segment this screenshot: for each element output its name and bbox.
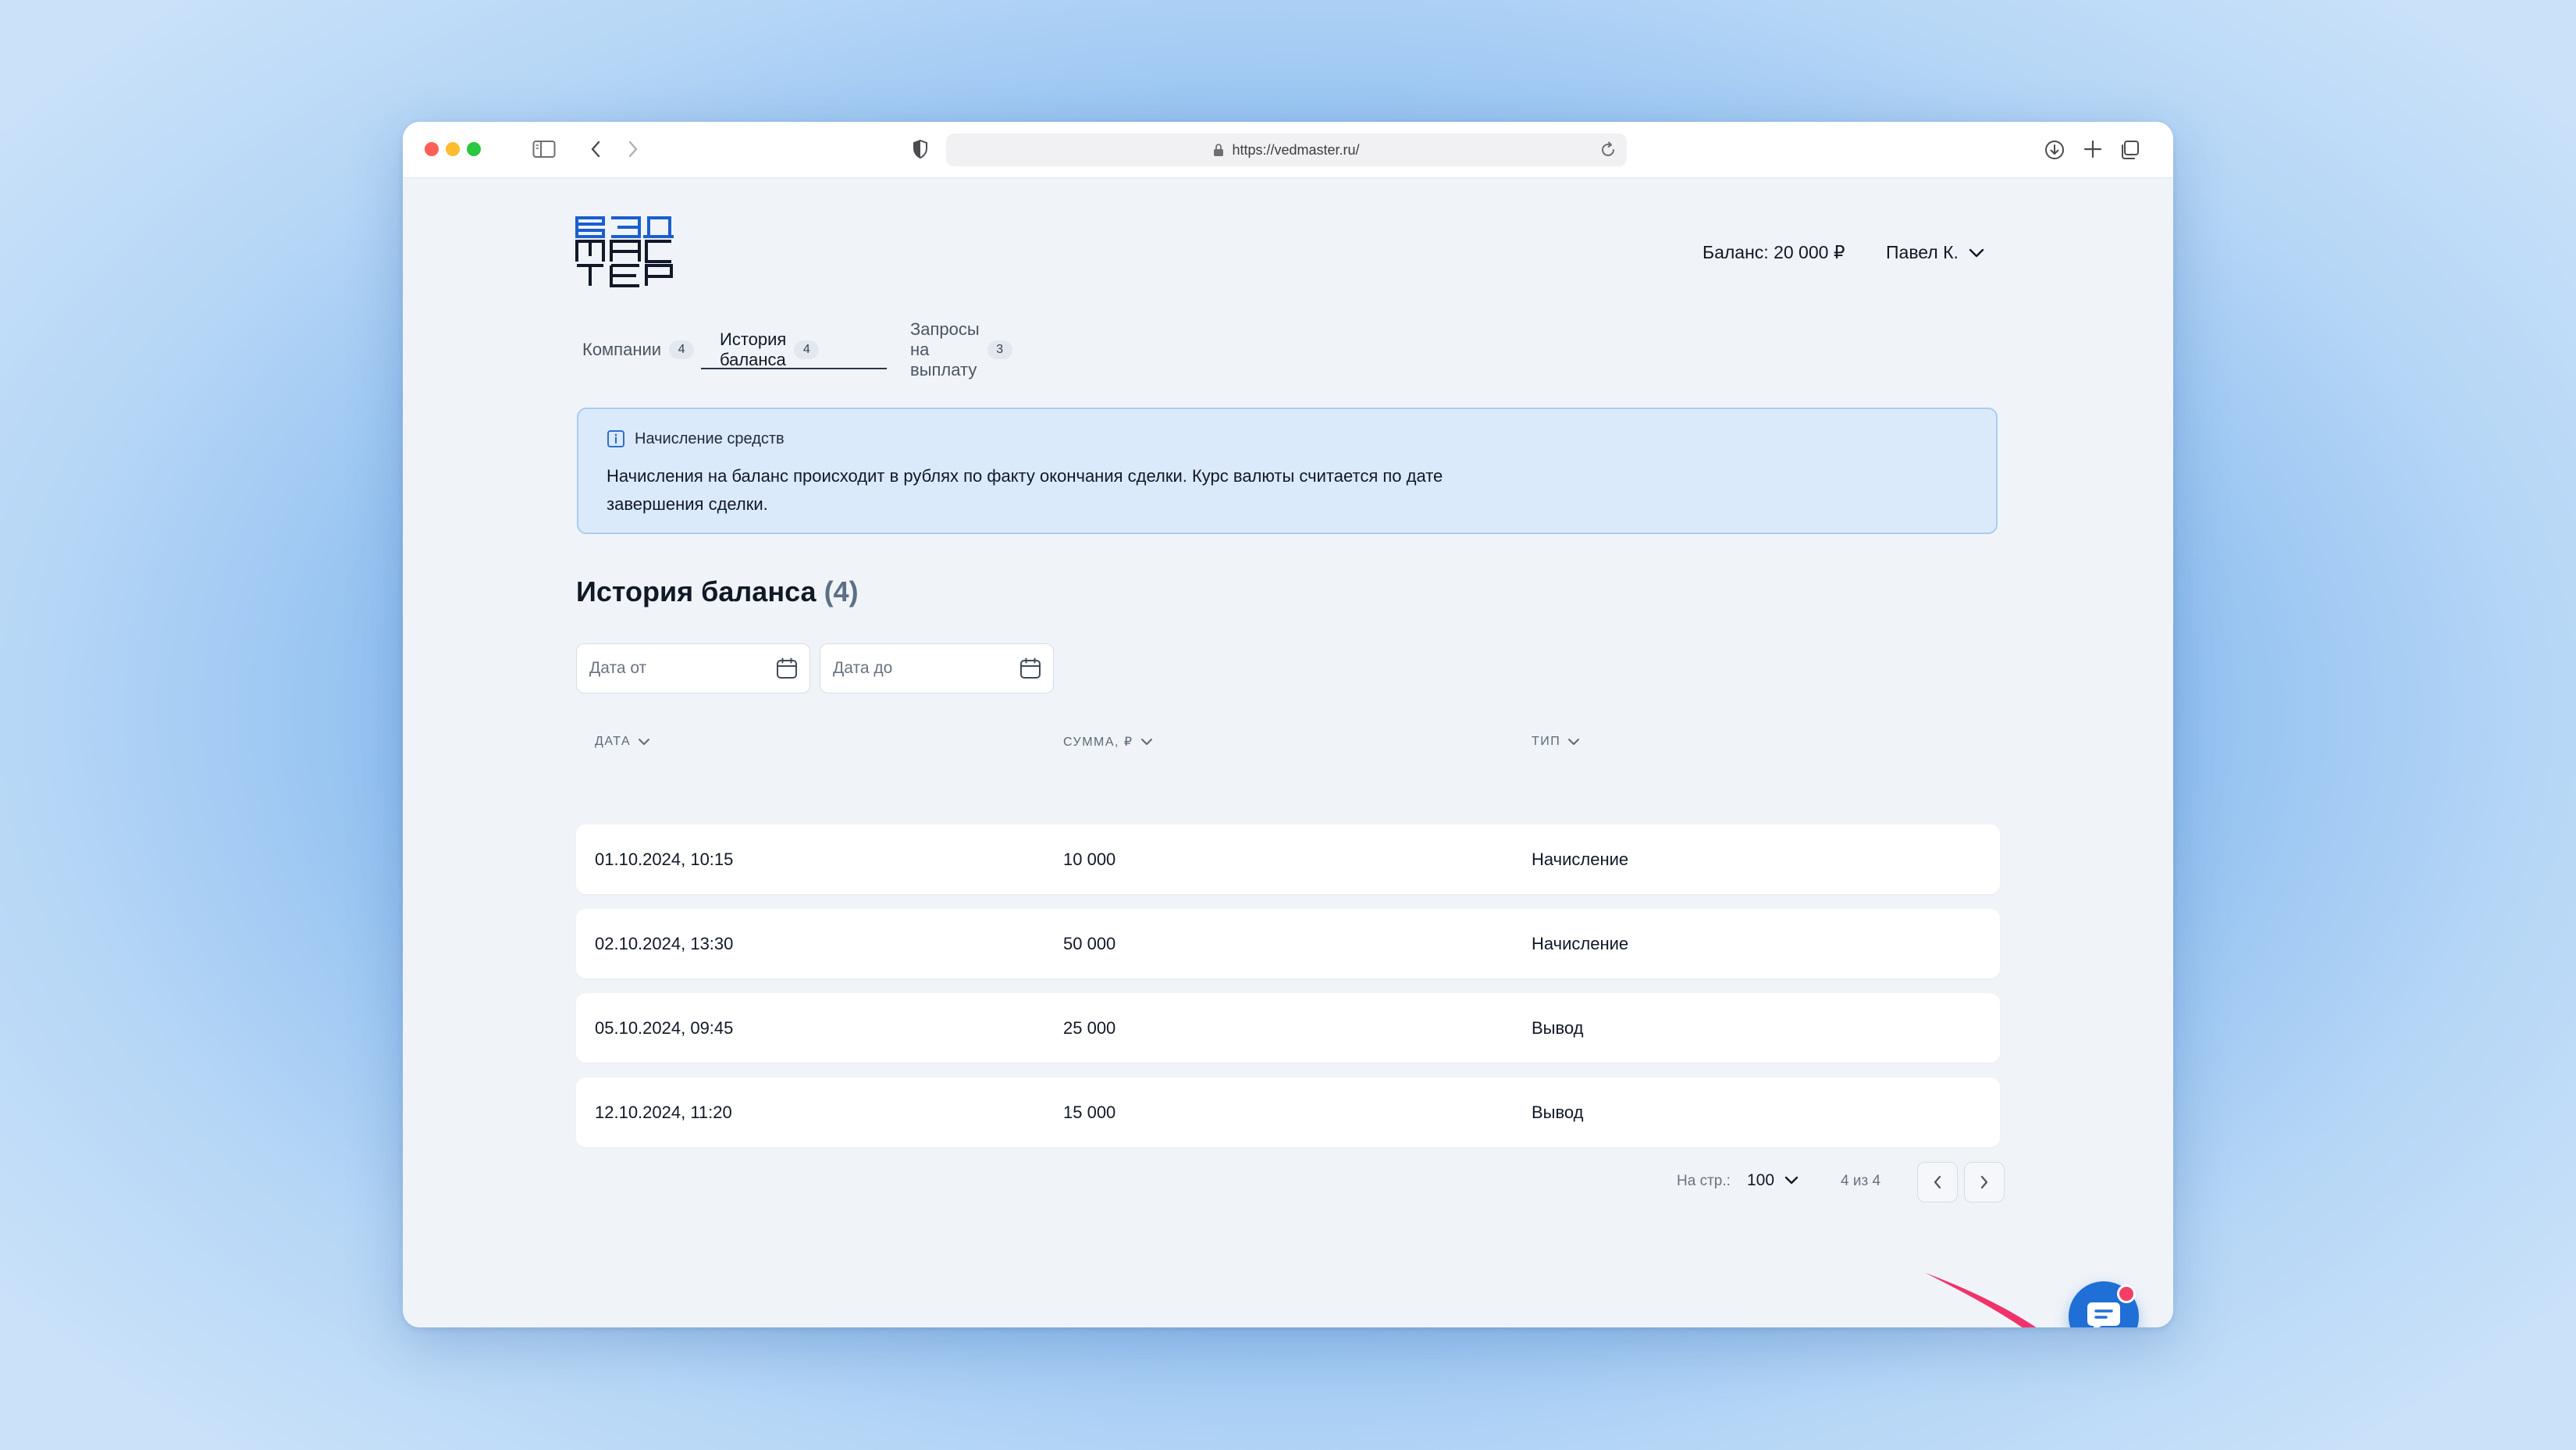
table-header: ДАТА СУММА, ₽ ТИП <box>595 726 2000 757</box>
chat-button[interactable] <box>2069 1281 2139 1327</box>
date-from-field[interactable] <box>576 643 810 693</box>
date-from-input[interactable] <box>588 658 763 679</box>
browser-toolbar: https://vedmaster.ru/ <box>403 122 2173 178</box>
user-menu[interactable]: Павел К. <box>1886 242 1985 263</box>
calendar-icon[interactable] <box>775 657 799 680</box>
section-title: История баланса (4) <box>576 575 859 608</box>
address-bar[interactable]: https://vedmaster.ru/ <box>946 134 1627 166</box>
tab-companies[interactable]: Компании 4 <box>582 331 695 369</box>
tab-payout-requests[interactable]: Запросы на выплату 3 <box>910 319 1012 379</box>
notification-badge <box>2117 1284 2136 1303</box>
per-page-label: На стр.: <box>1677 1173 1731 1189</box>
chevron-down-icon <box>1140 737 1154 746</box>
reload-icon[interactable] <box>1599 141 1617 159</box>
column-header-type[interactable]: ТИП <box>1532 726 1581 757</box>
table-row[interactable]: 05.10.2024, 09:45 25 000 Вывод <box>576 993 2000 1063</box>
maximize-window-button[interactable] <box>467 142 481 156</box>
chevron-left-icon[interactable] <box>589 139 603 159</box>
user-name: Павел К. <box>1886 242 1959 262</box>
cell-type: Вывод <box>1532 1102 1584 1122</box>
chevron-down-icon <box>1968 248 1985 258</box>
sidebar-icon[interactable] <box>532 139 556 159</box>
cell-amount: 10 000 <box>1063 849 1116 869</box>
tab-count-badge: 4 <box>669 340 695 359</box>
active-tab-indicator <box>701 368 887 369</box>
column-header-date[interactable]: ДАТА <box>595 726 651 757</box>
pagination: На стр.: 100 4 из 4 <box>1677 1162 2005 1204</box>
page-content: Баланс: 20 000 ₽ Павел К. Компании 4 Ист… <box>403 178 2173 1327</box>
download-icon[interactable] <box>2044 139 2065 161</box>
tab-label: Запросы на выплату <box>910 319 980 379</box>
column-header-label: СУММА, ₽ <box>1063 736 1133 749</box>
cell-type: Вывод <box>1532 1017 1584 1038</box>
chevron-left-icon <box>1932 1174 1943 1190</box>
previous-page-button[interactable] <box>1917 1162 1958 1202</box>
tab-count-badge: 4 <box>794 340 820 359</box>
date-to-input[interactable] <box>831 658 1006 679</box>
next-page-button[interactable] <box>1964 1162 2005 1202</box>
calendar-icon[interactable] <box>1019 657 1042 680</box>
lock-icon <box>1213 143 1224 157</box>
table-row[interactable]: 12.10.2024, 11:20 15 000 Вывод <box>576 1078 2000 1147</box>
tab-count-badge: 3 <box>987 340 1012 359</box>
logo[interactable] <box>575 216 676 287</box>
info-banner-title-row: Начисление средств <box>607 429 785 448</box>
cell-type: Начисление <box>1532 933 1629 953</box>
tab-label: История баланса <box>720 330 787 369</box>
chevron-right-icon[interactable] <box>626 139 640 159</box>
chevron-right-icon <box>1979 1174 1990 1190</box>
chevron-down-icon <box>637 737 651 746</box>
column-header-label: ДАТА <box>595 735 632 748</box>
annotation-arrow <box>1925 1273 2037 1327</box>
per-page-select[interactable]: 100 <box>1747 1171 1799 1190</box>
cell-amount: 25 000 <box>1063 1017 1116 1038</box>
per-page-value: 100 <box>1747 1171 1775 1189</box>
table-row[interactable]: 01.10.2024, 10:15 10 000 Начисление <box>576 825 2000 894</box>
tabs-icon[interactable] <box>2119 139 2140 161</box>
browser-window: https://vedmaster.ru/ Баланс: 20 000 ₽ П… <box>403 122 2173 1327</box>
info-banner: Начисление средств Начисления на баланс … <box>577 408 1998 534</box>
chevron-down-icon <box>1567 737 1581 746</box>
close-window-button[interactable] <box>425 142 439 156</box>
shield-icon[interactable] <box>912 139 929 159</box>
section-title-text: История баланса <box>576 575 817 607</box>
minimize-window-button[interactable] <box>446 142 460 156</box>
info-banner-title: Начисление средств <box>635 429 785 447</box>
tab-label: Компании <box>582 340 662 359</box>
cell-date: 02.10.2024, 13:30 <box>595 933 734 953</box>
cell-date: 12.10.2024, 11:20 <box>595 1102 732 1122</box>
tab-balance-history[interactable]: История баланса 4 <box>720 330 820 369</box>
cell-amount: 50 000 <box>1063 933 1116 953</box>
page-range-text: 4 из 4 <box>1841 1173 1881 1189</box>
chevron-down-icon <box>1784 1175 1799 1186</box>
cell-amount: 15 000 <box>1063 1102 1116 1122</box>
info-icon <box>607 429 625 448</box>
plus-icon[interactable] <box>2083 139 2103 159</box>
chat-icon <box>2086 1299 2122 1327</box>
table-row[interactable]: 02.10.2024, 13:30 50 000 Начисление <box>576 909 2000 978</box>
balance-display: Баланс: 20 000 ₽ <box>1703 242 1845 262</box>
date-to-field[interactable] <box>820 643 1054 693</box>
section-title-count: (4) <box>824 575 859 607</box>
url-text: https://vedmaster.ru/ <box>1232 141 1360 158</box>
cell-date: 05.10.2024, 09:45 <box>595 1017 734 1038</box>
cell-date: 01.10.2024, 10:15 <box>595 849 734 869</box>
cell-type: Начисление <box>1532 849 1629 869</box>
column-header-amount[interactable]: СУММА, ₽ <box>1063 726 1154 757</box>
info-banner-text: Начисления на баланс происходит в рублях… <box>607 466 1443 514</box>
column-header-label: ТИП <box>1532 735 1561 748</box>
